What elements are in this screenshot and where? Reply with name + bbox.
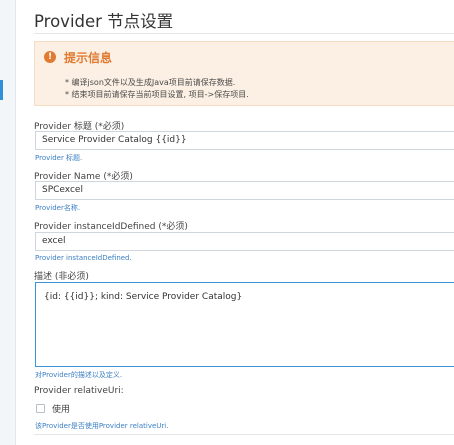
relative-uri-checkbox-label[interactable]: 使用 bbox=[52, 402, 70, 415]
relative-uri-label: Provider relativeUri: bbox=[34, 386, 124, 396]
page-title: Provider 节点设置 bbox=[34, 12, 174, 31]
provider-instance-label: Provider instanceIdDefined (*必须) bbox=[34, 222, 188, 232]
alert-item: * 结束项目前请保存当前项目设置, 项目->保存项目. bbox=[65, 90, 249, 99]
title-divider bbox=[34, 33, 454, 34]
provider-name-help: Provider名称. bbox=[35, 204, 81, 212]
provider-title-help: Provider 标题. bbox=[35, 154, 83, 162]
provider-settings-panel: Provider 节点设置 ! 提示信息 * 编译json文件以及生成Java项… bbox=[25, 0, 454, 445]
description-help: 对Provider的描述以及定义. bbox=[35, 371, 123, 379]
description-textarea[interactable]: {id: {{id}}; kind: Service Provider Cata… bbox=[35, 282, 454, 367]
alert-title: 提示信息 bbox=[64, 51, 113, 65]
bottom-divider bbox=[34, 434, 454, 435]
info-alert: ! 提示信息 * 编译json文件以及生成Java项目前请保存数据. * 结束项… bbox=[34, 41, 454, 106]
provider-name-input[interactable]: SPCexcel bbox=[35, 181, 454, 200]
provider-title-input[interactable]: Service Provider Catalog {{id}} bbox=[35, 131, 454, 150]
relative-uri-checkbox[interactable] bbox=[36, 404, 45, 413]
provider-instance-help: Provider instanceIdDefined. bbox=[35, 254, 132, 262]
info-icon: ! bbox=[44, 51, 56, 63]
left-sidebar-strip bbox=[0, 0, 16, 445]
provider-instance-input[interactable]: excel bbox=[35, 232, 454, 251]
description-label: 描述 (非必须) bbox=[34, 272, 89, 282]
alert-item: * 编译json文件以及生成Java项目前请保存数据. bbox=[65, 78, 236, 87]
active-nav-indicator bbox=[0, 80, 3, 100]
relative-uri-help: 该Provider是否使用Provider relativeUri. bbox=[35, 422, 169, 430]
